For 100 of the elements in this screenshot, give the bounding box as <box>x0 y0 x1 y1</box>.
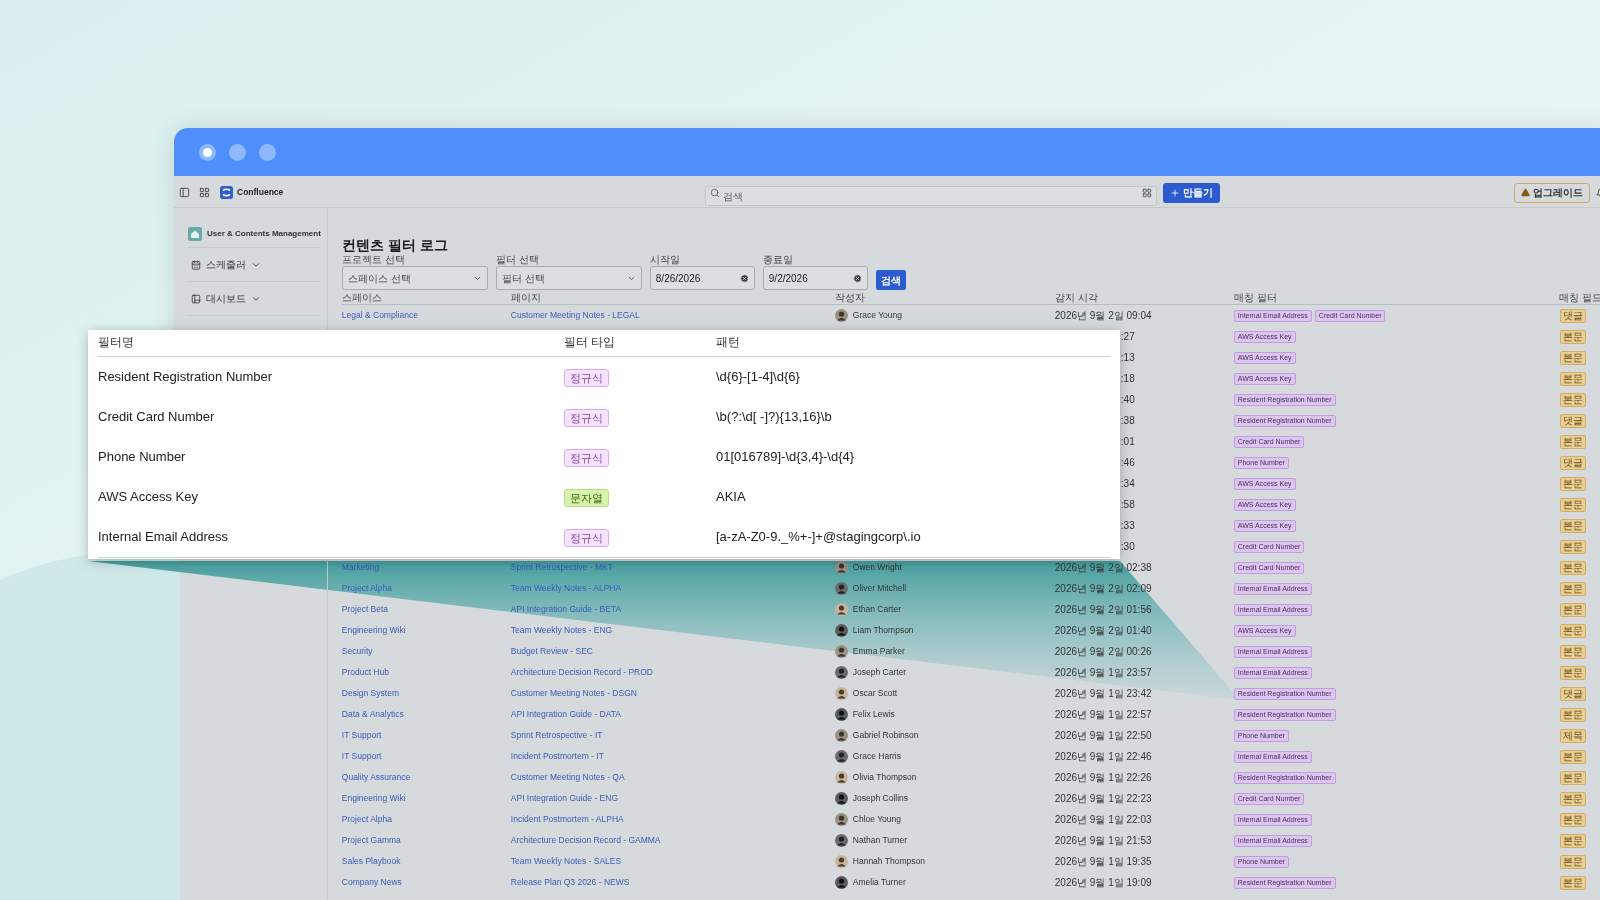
space-link[interactable]: Engineering Wiki <box>341 792 406 805</box>
search-button[interactable]: 검색 <box>875 270 906 290</box>
clear-icon[interactable] <box>739 273 749 283</box>
detected-time: :38 <box>1120 414 1135 428</box>
filter-type-badge: 정규식 <box>564 529 609 547</box>
field-badge: 본문 <box>1559 434 1586 449</box>
search-field[interactable]: 검색 <box>705 186 1158 206</box>
space-link[interactable]: Product Hub <box>341 666 390 679</box>
detected-time: 2026년 9월 1일 22:26 <box>1054 771 1152 785</box>
date-field[interactable]: 8/26/2026 <box>649 266 755 290</box>
space-link[interactable]: Company News <box>341 876 402 889</box>
field-badge: 본문 <box>1559 665 1586 680</box>
detected-time: 2026년 9월 2일 00:26 <box>1054 645 1152 659</box>
avatar-icon <box>834 666 848 679</box>
detected-time: 2026년 9월 1일 23:57 <box>1054 666 1152 680</box>
clear-icon[interactable] <box>852 273 862 283</box>
page-link[interactable]: Team Weekly Notes - ALPHA <box>510 582 622 595</box>
page-title: 컨텐츠 필터 로그 <box>341 236 449 254</box>
page-link[interactable]: Architecture Decision Record - GAMMA <box>510 834 661 847</box>
page-link[interactable]: API Integration Guide - ENG <box>510 792 619 805</box>
detected-time: 2026년 9월 1일 19:09 <box>1054 876 1152 890</box>
sidebar-item[interactable]: 스케줄러 <box>188 248 321 282</box>
dashboard-icon <box>191 293 201 304</box>
space-link[interactable]: Project Gamma <box>341 834 401 847</box>
page-link[interactable]: Customer Meeting Notes - QA <box>510 771 625 784</box>
detected-time: 2026년 9월 1일 23:42 <box>1054 687 1152 701</box>
space-link[interactable]: Project Alpha <box>341 582 392 595</box>
space-link[interactable]: Data & Analytics <box>341 708 404 721</box>
author-name: Joseph Collins <box>852 792 909 805</box>
space-link[interactable]: Project Alpha <box>341 813 392 826</box>
space-link[interactable]: Legal & Compliance <box>341 309 418 322</box>
page-link[interactable]: Budget Review - SEC <box>510 645 593 658</box>
field-badge: 댓글 <box>1559 413 1586 428</box>
popup-column-header: 필터명 <box>98 335 135 351</box>
filter-pattern: AKIA <box>716 488 746 507</box>
page-link[interactable]: Team Weekly Notes - ENG <box>510 624 613 637</box>
author-name: Gabriel Robinson <box>852 729 919 742</box>
window-control[interactable] <box>199 143 216 161</box>
field-badge: 본문 <box>1559 371 1586 386</box>
avatar-icon <box>834 855 848 868</box>
space-link[interactable]: Design System <box>341 687 399 700</box>
detected-time: :40 <box>1120 393 1135 407</box>
detected-time: 2026년 9월 2일 02:38 <box>1054 561 1152 575</box>
sidebar-item[interactable]: 대시보드 <box>188 282 321 316</box>
detected-time: 2026년 9월 1일 22:50 <box>1054 729 1152 743</box>
page-link[interactable]: Incident Postmortem - ALPHA <box>510 813 624 826</box>
sidebar-toggle-icon[interactable] <box>179 187 190 198</box>
field-badge: 본문 <box>1559 560 1586 575</box>
field-badge: 제목 <box>1559 728 1586 743</box>
page-link[interactable]: Team Weekly Notes - SALES <box>510 855 622 868</box>
page-link[interactable]: Incident Postmortem - IT <box>510 750 604 763</box>
upgrade-button[interactable]: 업그레이드 <box>1514 182 1590 203</box>
space-name[interactable]: User & Contents Management <box>207 228 321 240</box>
page-link[interactable]: Customer Meeting Notes - DSGN <box>510 687 637 700</box>
popup-column-header: 필터 타입 <box>564 335 617 351</box>
app-switcher-icon[interactable] <box>199 187 210 198</box>
detected-time: 2026년 9월 2일 09:04 <box>1054 309 1152 323</box>
field-badge: 본문 <box>1559 350 1586 365</box>
filter-pattern: \d{6}-[1-4]\d{6} <box>716 368 800 387</box>
column-header: 작성자 <box>834 291 865 304</box>
field-badge: 본문 <box>1559 854 1586 869</box>
page-link[interactable]: API Integration Guide - DATA <box>510 708 622 721</box>
detected-time: :30 <box>1120 540 1135 554</box>
space-link[interactable]: Sales Playbook <box>341 855 401 868</box>
space-link[interactable]: Project Beta <box>341 603 389 616</box>
create-button[interactable]: 만들기 <box>1163 182 1221 203</box>
space-link[interactable]: Quality Assurance <box>341 771 411 784</box>
avatar-icon <box>834 813 848 826</box>
app-logo-icon[interactable] <box>220 186 233 199</box>
detected-time: 2026년 9월 1일 22:57 <box>1054 708 1152 722</box>
author-name: Grace Young <box>852 309 902 322</box>
column-header: 스페이스 <box>341 291 382 304</box>
page-link[interactable]: Release Plan Q3 2026 - NEWS <box>510 876 630 889</box>
field-badge: 본문 <box>1559 539 1586 554</box>
field-badge: 댓글 <box>1559 455 1586 470</box>
filter-name: AWS Access Key <box>98 488 198 507</box>
field-badge: 본문 <box>1559 497 1586 512</box>
field-badge: 본문 <box>1559 623 1586 638</box>
space-link[interactable]: Engineering Wiki <box>341 624 406 637</box>
avatar-icon <box>834 750 848 763</box>
page-link[interactable]: Sprint Retrospective - IT <box>510 729 603 742</box>
space-link[interactable]: IT Support <box>341 750 382 763</box>
space-link[interactable]: IT Support <box>341 729 382 742</box>
page-link[interactable]: Customer Meeting Notes - LEGAL <box>510 309 640 322</box>
detected-time: :18 <box>1120 372 1135 386</box>
page-link[interactable]: API Integration Guide - BETA <box>510 603 622 616</box>
date-field[interactable]: 9/2/2026 <box>762 266 868 290</box>
select-field[interactable]: 필터 선택 <box>495 266 642 290</box>
filter-label: 시작일 <box>649 254 681 266</box>
select-field[interactable]: 스페이스 선택 <box>341 266 488 290</box>
space-link[interactable]: Security <box>341 645 373 658</box>
page-link[interactable]: Architecture Decision Record - PROD <box>510 666 653 679</box>
filter-name: Credit Card Number <box>98 408 215 427</box>
column-header: 감지 시각 <box>1054 291 1098 304</box>
plus-icon <box>1170 187 1181 198</box>
apps-icon[interactable] <box>1142 187 1153 198</box>
app-name: Confluence <box>237 186 284 199</box>
space-icon <box>188 227 202 241</box>
author-name: Grace Harris <box>852 750 901 763</box>
filter-name: Resident Registration Number <box>98 368 273 387</box>
